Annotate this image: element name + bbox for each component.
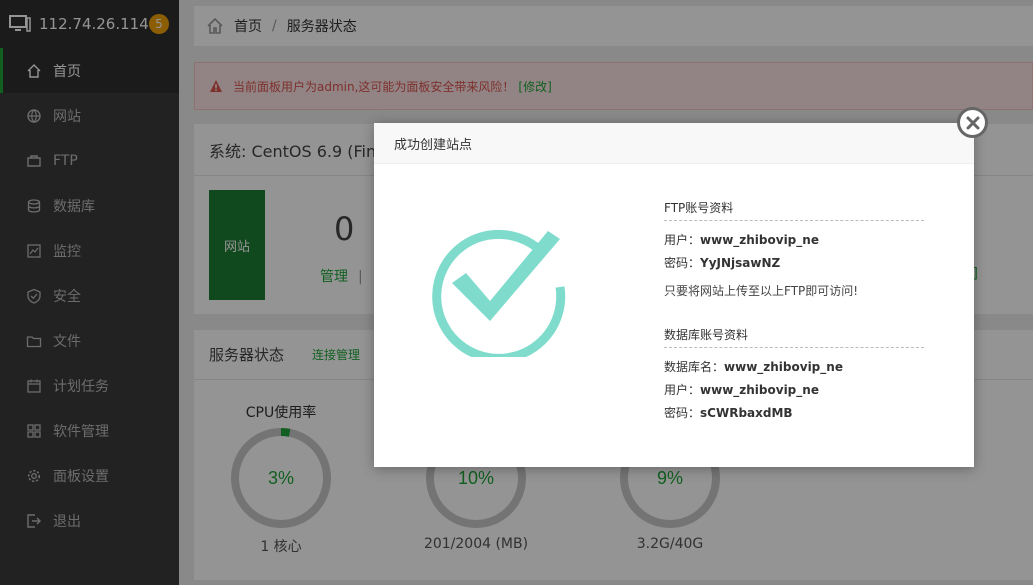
ftp-user-row: 用户：www_zhibovip_ne — [664, 229, 924, 252]
ftp-pass-value: YyJNjsawNZ — [700, 256, 781, 270]
ftp-section-title: FTP账号资料 — [664, 199, 924, 221]
db-pass-value: sCWRbaxdMB — [700, 406, 793, 420]
db-name-label: 数据库名： — [664, 360, 725, 374]
db-name-value: www_zhibovip_ne — [724, 360, 843, 374]
success-check-icon — [432, 229, 566, 357]
modal-title: 成功创建站点 — [374, 123, 974, 164]
db-pass-label: 密码： — [664, 406, 701, 420]
db-pass-row: 密码：sCWRbaxdMB — [664, 402, 924, 425]
account-info: FTP账号资料 用户：www_zhibovip_ne 密码：YyJNjsawNZ… — [664, 199, 924, 425]
success-modal: 成功创建站点 FTP账号资料 用户：www_zhibovip_ne 密码：YyJ… — [374, 123, 974, 467]
ftp-user-value: www_zhibovip_ne — [700, 233, 819, 247]
close-icon — [966, 116, 979, 129]
ftp-pass-label: 密码： — [664, 256, 701, 270]
db-name-row: 数据库名：www_zhibovip_ne — [664, 356, 924, 379]
ftp-note: 只要将网站上传至以上FTP即可访问! — [664, 284, 859, 298]
ftp-pass-row: 密码：YyJNjsawNZ — [664, 252, 924, 275]
ftp-user-label: 用户： — [664, 233, 701, 247]
db-user-label: 用户： — [664, 383, 701, 397]
db-user-value: www_zhibovip_ne — [700, 383, 819, 397]
close-button[interactable] — [957, 107, 988, 138]
db-section-title: 数据库账号资料 — [664, 326, 924, 348]
db-user-row: 用户：www_zhibovip_ne — [664, 379, 924, 402]
